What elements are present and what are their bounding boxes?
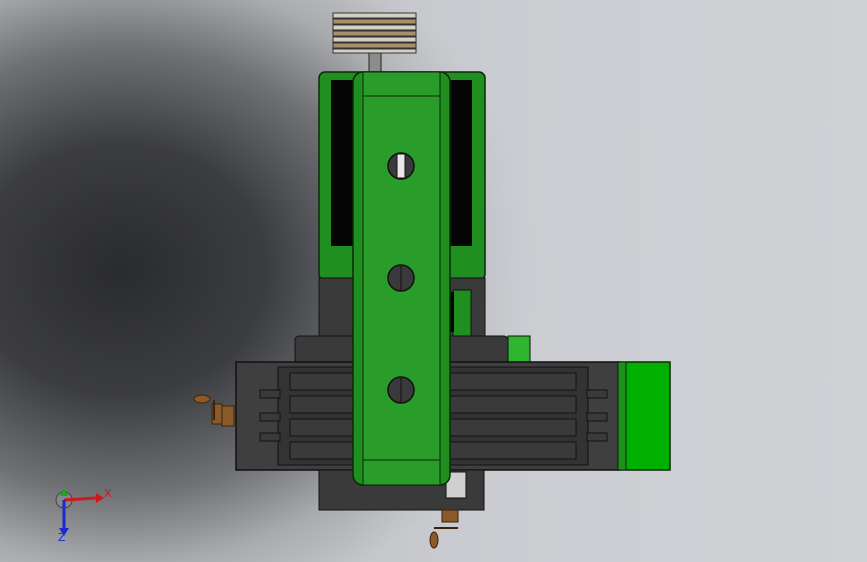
bottom-handwheel[interactable] <box>429 509 459 549</box>
cad-model-view[interactable] <box>0 0 867 562</box>
x-axis-arrow <box>63 496 97 502</box>
pulley[interactable] <box>332 12 417 75</box>
left-handwheel[interactable] <box>193 394 235 427</box>
side-motor[interactable] <box>617 361 671 471</box>
axis-triad <box>55 488 104 536</box>
spindle-head[interactable] <box>352 71 451 486</box>
x-axis-label: X <box>104 487 112 500</box>
z-axis-label: Z <box>58 531 66 544</box>
